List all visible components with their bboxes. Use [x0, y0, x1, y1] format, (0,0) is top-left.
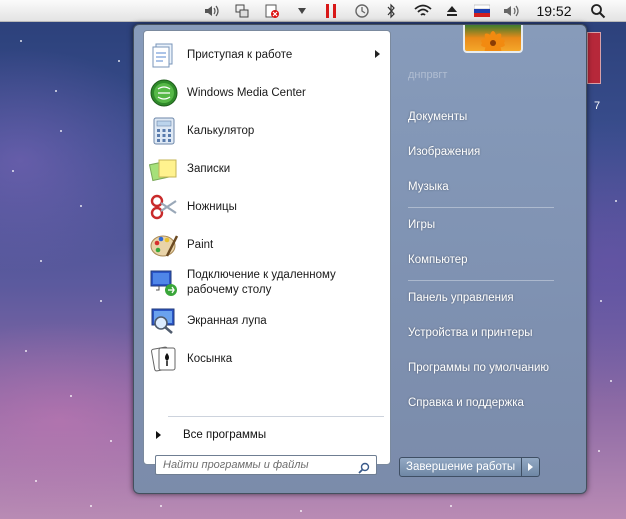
desktop-label: 7 [594, 100, 601, 112]
solitaire-icon [147, 342, 181, 376]
program-label: Косынка [187, 352, 233, 365]
remote-desktop-icon [147, 266, 181, 300]
speaker-icon[interactable] [502, 2, 522, 20]
program-label: Записки [187, 162, 231, 175]
sticky-notes-icon [147, 152, 181, 186]
divider [168, 416, 384, 417]
bluetooth-icon[interactable] [384, 2, 398, 20]
program-label: Экранная лупа [187, 314, 267, 327]
star [615, 200, 617, 202]
star [90, 505, 92, 507]
submenu-arrow-icon [375, 50, 380, 58]
program-calculator[interactable]: Калькулятор [146, 113, 388, 149]
time-machine-icon[interactable] [353, 2, 371, 20]
eject-icon[interactable] [444, 2, 460, 20]
shield-alert-icon[interactable] [263, 2, 281, 20]
program-magnifier[interactable]: Экранная лупа [146, 303, 388, 339]
user-name[interactable]: днпрвгт [408, 69, 447, 81]
pause-icon[interactable] [323, 2, 339, 20]
star [40, 260, 42, 262]
program-label-line1: Подключение к удаленному [187, 269, 336, 281]
expand-arrow-icon [156, 431, 161, 439]
scissors-icon [147, 190, 181, 224]
menu-pictures[interactable]: Изображения [408, 146, 480, 158]
menu-computer[interactable]: Компьютер [408, 254, 468, 266]
menu-control-panel[interactable]: Панель управления [408, 292, 514, 304]
getting-started-icon [147, 38, 181, 72]
desktop-window-edge [587, 32, 601, 84]
program-label: Windows Media Center [187, 86, 306, 99]
star [55, 90, 57, 92]
program-paint[interactable]: Paint [146, 227, 388, 263]
star [160, 505, 162, 507]
star [20, 40, 22, 42]
star [600, 300, 602, 302]
menu-help-support[interactable]: Справка и поддержка [408, 397, 524, 409]
star [118, 60, 120, 62]
menu-devices-printers[interactable]: Устройства и принтеры [408, 327, 533, 339]
menu-default-programs[interactable]: Программы по умолчанию [408, 362, 549, 374]
search-area [143, 449, 391, 489]
network-monitor-icon[interactable] [233, 2, 251, 20]
program-label: Калькулятор [187, 124, 255, 137]
paint-palette-icon [147, 228, 181, 262]
star [598, 450, 600, 452]
program-remote-desktop[interactable]: Подключение к удаленному рабочему столу [146, 265, 388, 301]
program-label-multiline: Подключение к удаленному рабочему столу [187, 268, 336, 298]
star [12, 170, 14, 172]
star [25, 350, 27, 352]
search-box[interactable] [155, 455, 377, 475]
star [60, 130, 62, 132]
wifi-icon[interactable] [412, 2, 434, 20]
menu-music[interactable]: Музыка [408, 181, 449, 193]
shutdown-button[interactable]: Завершение работы [399, 457, 523, 477]
chevron-right-icon [528, 463, 534, 471]
program-label: Ножницы [187, 200, 237, 213]
program-sticky-notes[interactable]: Записки [146, 151, 388, 187]
user-avatar[interactable] [463, 25, 523, 53]
search-icon[interactable] [358, 459, 370, 478]
menu-bar: 19:52 [0, 0, 626, 22]
calculator-icon [147, 114, 181, 148]
all-programs-button[interactable]: Все программы [152, 426, 266, 444]
star [100, 300, 102, 302]
shutdown-options-button[interactable] [522, 457, 541, 477]
star [80, 205, 82, 207]
clock[interactable]: 19:52 [532, 2, 576, 20]
program-label: Paint [187, 238, 214, 251]
program-windows-media-center[interactable]: Windows Media Center [146, 75, 388, 111]
program-solitaire[interactable]: Косынка [146, 341, 388, 377]
shutdown-group: Завершение работы [399, 457, 541, 477]
star [300, 510, 302, 512]
dropdown-arrow-icon[interactable] [294, 2, 310, 20]
program-snipping-tool[interactable]: Ножницы [146, 189, 388, 225]
spotlight-search-icon[interactable] [589, 2, 607, 20]
programs-pane: Приступая к работе Windows Media Center … [143, 30, 391, 465]
magnifier-icon [147, 304, 181, 338]
russian-flag-icon[interactable] [472, 2, 492, 20]
divider [408, 207, 554, 208]
program-label-line2: рабочему столу [187, 284, 272, 296]
star [450, 505, 452, 507]
star [110, 440, 112, 442]
media-center-icon [147, 76, 181, 110]
menu-games[interactable]: Игры [408, 219, 435, 231]
divider [408, 280, 554, 281]
volume-icon[interactable] [203, 2, 221, 20]
star [610, 380, 612, 382]
menu-documents[interactable]: Документы [408, 111, 467, 123]
program-getting-started[interactable]: Приступая к работе [146, 37, 388, 73]
all-programs-label: Все программы [183, 429, 267, 441]
start-menu: Приступая к работе Windows Media Center … [133, 24, 587, 494]
star [70, 395, 72, 397]
program-label: Приступая к работе [187, 48, 293, 61]
star [35, 480, 37, 482]
search-input[interactable] [161, 458, 355, 472]
